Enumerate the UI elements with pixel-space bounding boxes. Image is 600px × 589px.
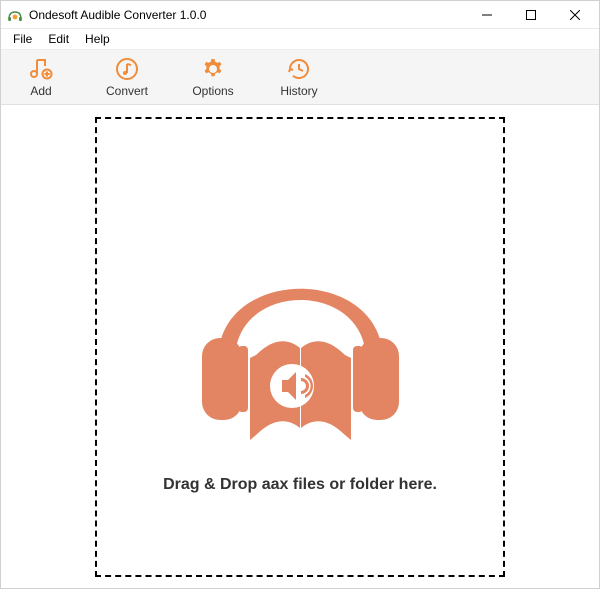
app-icon [7,7,23,23]
history-button[interactable]: History [271,56,327,98]
toolbar: Add Convert Options Histor [1,49,599,105]
close-button[interactable] [553,1,597,29]
options-label: Options [192,84,233,98]
menubar: File Edit Help [1,29,599,49]
history-icon [286,56,312,82]
menu-help[interactable]: Help [77,30,118,48]
options-button[interactable]: Options [185,56,241,98]
minimize-button[interactable] [465,1,509,29]
window-controls [465,1,597,29]
add-label: Add [30,84,51,98]
maximize-button[interactable] [509,1,553,29]
menu-edit[interactable]: Edit [40,30,77,48]
dropzone-text: Drag & Drop aax files or folder here. [163,476,437,494]
audiobook-headphones-icon [178,210,423,448]
gear-icon [200,56,226,82]
convert-icon [114,56,140,82]
titlebar: Ondesoft Audible Converter 1.0.0 [1,1,599,29]
add-button[interactable]: Add [13,56,69,98]
convert-label: Convert [106,84,148,98]
convert-button[interactable]: Convert [99,56,155,98]
dropzone[interactable]: Drag & Drop aax files or folder here. [95,117,505,577]
window-title: Ondesoft Audible Converter 1.0.0 [29,8,465,22]
history-label: History [280,84,317,98]
music-plus-icon [28,56,54,82]
menu-file[interactable]: File [5,30,40,48]
content-area: Drag & Drop aax files or folder here. [1,105,599,588]
